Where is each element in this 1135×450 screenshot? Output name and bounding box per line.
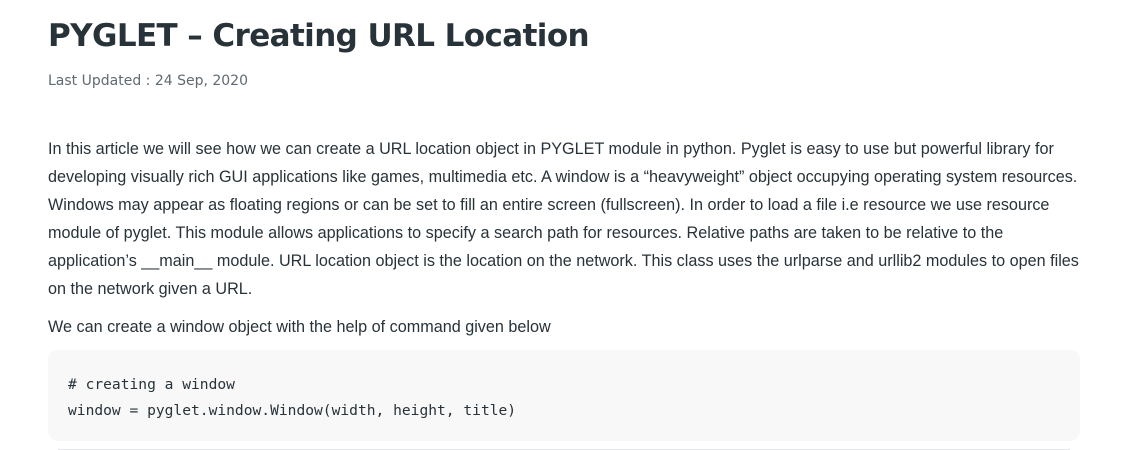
article-title: PYGLET – Creating URL Location bbox=[48, 18, 590, 54]
code-comment-line: # creating a window bbox=[68, 376, 235, 393]
code-statement-line: window = pyglet.window.Window(width, hei… bbox=[68, 402, 517, 419]
last-updated-date: Last Updated : 24 Sep, 2020 bbox=[48, 73, 248, 89]
code-intro-text: We can create a window object with the h… bbox=[48, 318, 551, 336]
article: PYGLET – Creating URL Location Last Upda… bbox=[48, 0, 1080, 441]
code-block[interactable]: # creating a window window = pyglet.wind… bbox=[48, 350, 1080, 441]
article-paragraph: In this article we will see how we can c… bbox=[48, 140, 1079, 298]
